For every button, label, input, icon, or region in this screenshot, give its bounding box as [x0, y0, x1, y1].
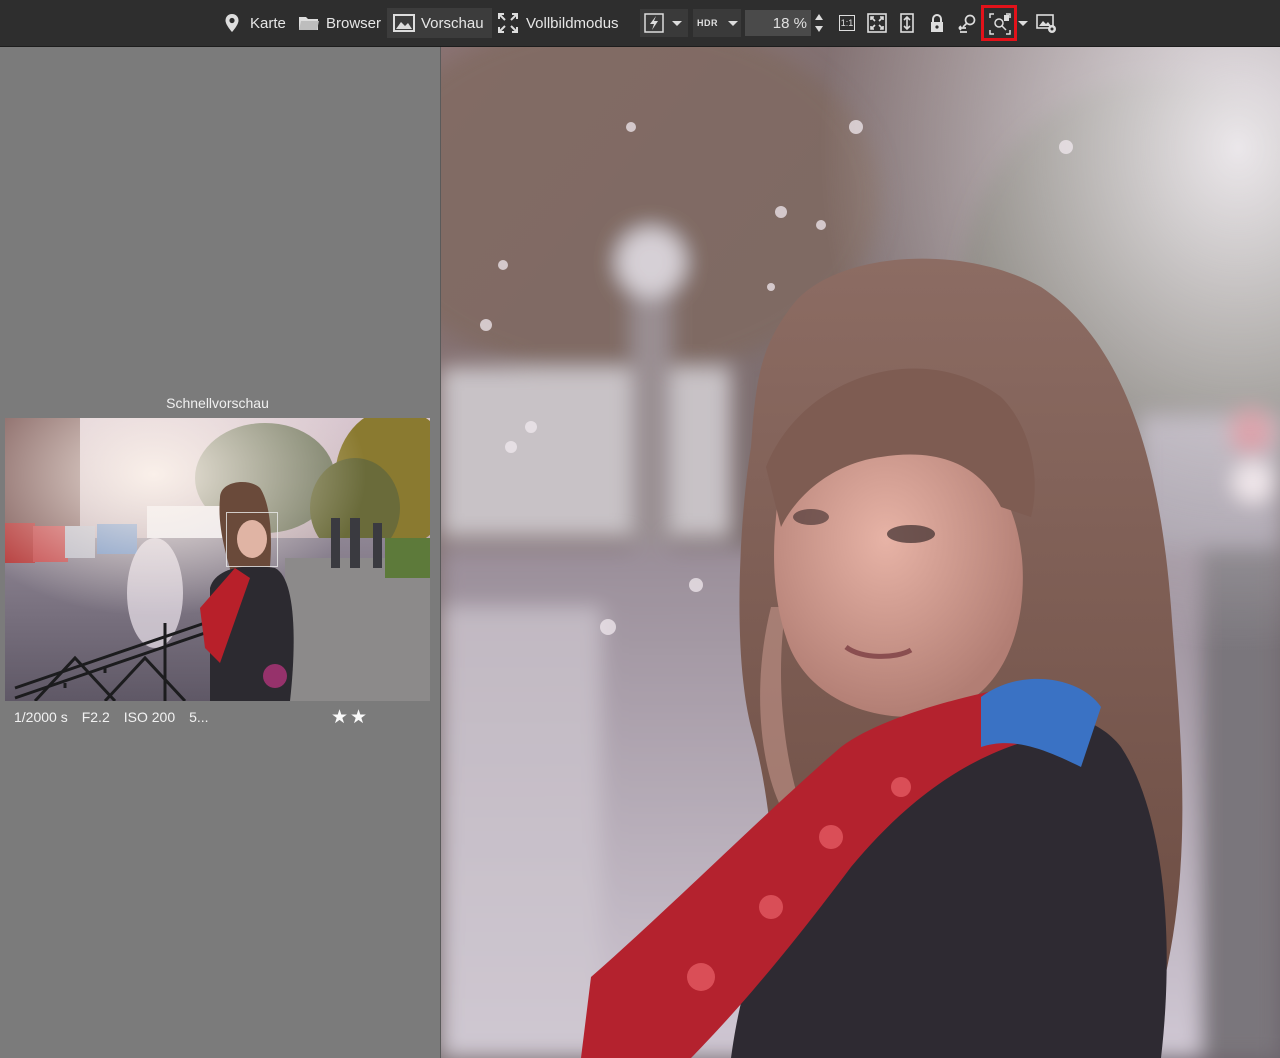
exif-more: 5... [189, 709, 209, 725]
zoom-fit-height-button[interactable] [893, 9, 921, 37]
quick-preview-thumbnail[interactable] [5, 418, 430, 701]
fit-screen-icon [867, 13, 887, 33]
folder-icon [298, 13, 319, 33]
fullscreen-label: Vollbildmodus [526, 14, 619, 32]
quick-preview-panel: Schnellvorschau 1/2000 s F2.2 ISO 200 5.… [0, 47, 440, 1058]
zoom-tool-button[interactable] [953, 9, 981, 37]
hdr-dropdown[interactable]: HDR [693, 9, 741, 37]
chevron-down-icon[interactable] [815, 26, 823, 32]
map-label: Karte [250, 14, 286, 32]
chevron-down-icon[interactable] [1018, 21, 1028, 26]
map-pin-icon [222, 13, 242, 33]
aperture: F2.2 [81, 709, 110, 725]
image-icon [393, 13, 415, 33]
browser-button[interactable]: Browser [298, 8, 381, 38]
star-rating[interactable]: ★★ [331, 706, 369, 729]
zoom-fit-button[interactable] [863, 9, 891, 37]
browser-label: Browser [326, 14, 382, 32]
lock-icon [927, 13, 947, 33]
image-settings-icon [1036, 13, 1056, 33]
fullscreen-button[interactable]: Vollbildmodus [498, 8, 619, 38]
thumbnail-photo [5, 418, 430, 701]
hdr-label: HDR [697, 18, 718, 28]
map-button[interactable]: Karte [222, 8, 286, 38]
quick-preview-title: Schnellvorschau [166, 395, 269, 411]
image-settings-button[interactable] [1032, 9, 1060, 37]
iso-value: ISO 200 [123, 709, 176, 725]
zoom-input[interactable]: 18 % [745, 10, 811, 36]
main-photo [441, 47, 1280, 1058]
chevron-up-icon[interactable] [815, 14, 823, 20]
shutter-speed: 1/2000 s [14, 709, 68, 725]
zoom-one-to-one-button[interactable]: 1:1 [833, 9, 861, 37]
chevron-down-icon [728, 20, 738, 26]
zoom-stepper[interactable] [813, 10, 827, 36]
flash-dropdown[interactable] [640, 9, 688, 37]
top-toolbar: Karte Browser Vorschau Vollbildmodus HDR… [0, 0, 1280, 47]
preview-label: Vorschau [421, 14, 484, 32]
flash-icon [644, 13, 664, 33]
exif-info: 1/2000 s F2.2 ISO 200 5... [14, 709, 209, 725]
one-to-one-label: 1:1 [838, 15, 856, 31]
preview-button[interactable]: Vorschau [387, 8, 492, 38]
lock-button[interactable] [923, 9, 951, 37]
expand-icon [498, 13, 518, 33]
highlight-frame [981, 5, 1017, 41]
main-image-viewer[interactable] [441, 47, 1280, 1058]
fit-height-icon [897, 13, 917, 33]
zoom-tool-icon [957, 13, 977, 33]
chevron-down-icon [672, 20, 682, 26]
zoom-region-frame[interactable] [226, 512, 278, 567]
